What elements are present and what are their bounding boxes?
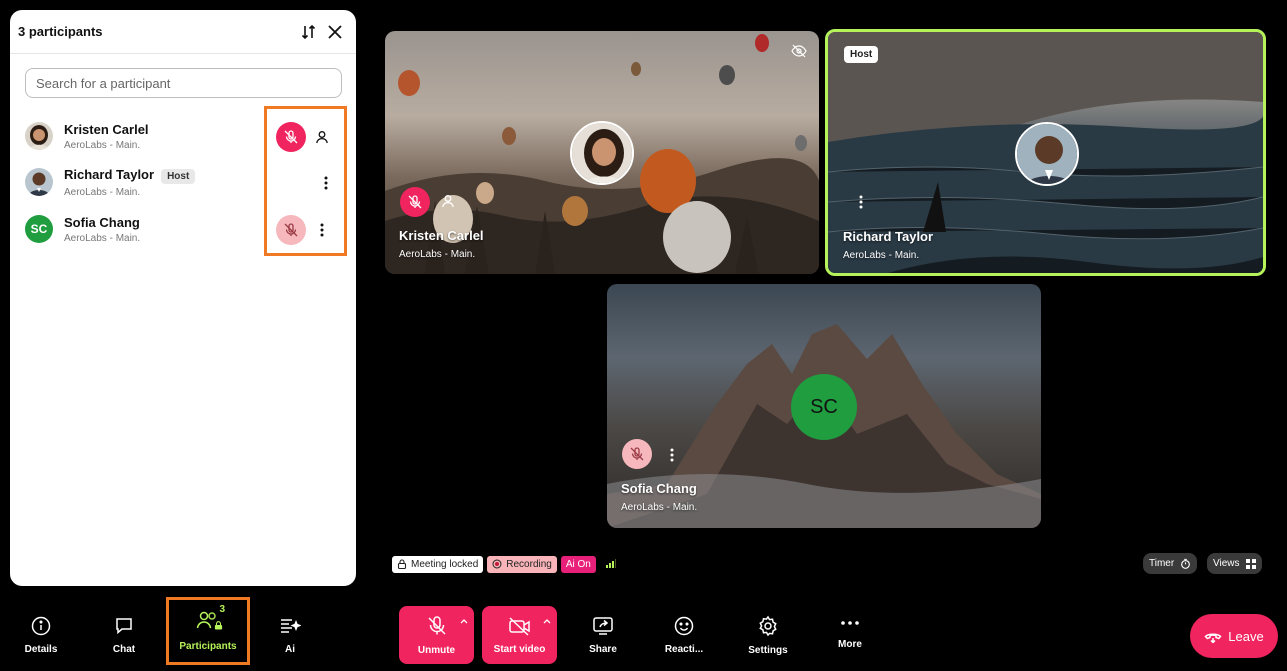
participant-org: AeroLabs - Main. — [64, 186, 141, 198]
views-button[interactable]: Views — [1207, 553, 1262, 574]
host-badge: Host — [844, 46, 879, 63]
host-badge: Host — [161, 168, 196, 184]
more-options-icon[interactable] — [859, 195, 863, 214]
participant-row[interactable]: Richard Taylor Host AeroLabs - Main. — [25, 162, 345, 202]
participant-name: Sofia Chang — [64, 214, 140, 230]
leave-button[interactable]: Leave — [1190, 614, 1278, 658]
mic-muted-icon[interactable] — [622, 439, 652, 469]
video-tile[interactable]: SC Sofia Chang AeroLabs - Main. — [607, 284, 1041, 528]
hang-up-icon — [1204, 633, 1222, 643]
ai-sparkle-icon — [281, 618, 301, 633]
tile-name: Sofia Chang — [621, 481, 697, 496]
chat-button[interactable]: Chat — [95, 606, 153, 664]
mic-muted-icon[interactable] — [276, 122, 306, 152]
share-button[interactable]: Share — [574, 606, 632, 664]
unmute-button[interactable]: Unmute — [399, 606, 474, 664]
recording-chip: Recording — [487, 555, 557, 573]
smiley-icon — [674, 616, 694, 635]
video-off-icon — [508, 616, 530, 636]
participant-org: AeroLabs - Main. — [64, 139, 141, 151]
participant-name: Kristen Carlel — [64, 121, 149, 137]
close-icon[interactable] — [322, 19, 348, 45]
hide-video-icon[interactable] — [791, 43, 807, 64]
mic-muted-icon[interactable] — [400, 187, 430, 217]
ai-button[interactable]: Ai — [261, 606, 319, 664]
avatar — [25, 122, 53, 150]
video-tile[interactable]: Host Richard Taylor AeroLabs - Main. — [825, 29, 1266, 276]
person-icon[interactable] — [441, 194, 455, 213]
tile-org: AeroLabs - Main. — [399, 249, 476, 260]
person-icon[interactable] — [310, 125, 334, 149]
mic-off-icon — [427, 615, 446, 635]
participants-icon: 3 — [196, 604, 225, 633]
more-options-icon[interactable] — [670, 448, 674, 467]
search-input[interactable] — [25, 68, 342, 98]
grid-icon — [1245, 558, 1256, 569]
tile-name: Richard Taylor — [843, 229, 934, 244]
avatar — [25, 168, 53, 196]
participant-org: AeroLabs - Main. — [64, 232, 141, 244]
details-button[interactable]: Details — [12, 606, 70, 664]
lock-icon — [214, 621, 223, 630]
more-options-icon[interactable] — [314, 171, 338, 195]
avatar: SC — [25, 215, 53, 243]
participants-button[interactable]: 3 Participants — [166, 597, 250, 665]
stopwatch-icon — [1181, 558, 1191, 569]
participant-controls — [310, 171, 338, 195]
avatar — [570, 121, 634, 185]
chat-icon — [116, 617, 132, 634]
reactions-button[interactable]: Reacti... — [655, 606, 713, 664]
meeting-locked-chip: Meeting locked — [392, 555, 484, 573]
participants-count: 3 — [219, 604, 225, 615]
gear-icon — [759, 615, 777, 636]
status-row: Meeting locked Recording Ai On — [392, 555, 616, 573]
chevron-up-icon[interactable] — [543, 616, 551, 627]
avatar: SC — [791, 374, 857, 440]
tile-org: AeroLabs - Main. — [843, 250, 920, 261]
meeting-app: 3 participants Kristen Carlel AeroLabs -… — [0, 0, 1287, 671]
more-options-icon[interactable] — [310, 218, 334, 242]
tile-org: AeroLabs - Main. — [621, 502, 698, 513]
lock-icon — [397, 559, 407, 569]
info-icon — [31, 616, 51, 635]
participant-name: Richard Taylor Host — [64, 167, 196, 184]
share-screen-icon — [593, 616, 613, 635]
ai-on-chip: Ai On — [560, 555, 596, 573]
participant-controls — [276, 122, 334, 152]
more-button[interactable]: More — [821, 606, 879, 664]
panel-header: 3 participants — [10, 10, 356, 54]
video-tile[interactable]: Kristen Carlel AeroLabs - Main. — [385, 31, 819, 274]
mic-muted-icon[interactable] — [276, 215, 306, 245]
more-horizontal-icon — [841, 621, 859, 625]
chevron-up-icon[interactable] — [460, 616, 468, 627]
panel-title: 3 participants — [18, 24, 103, 39]
settings-button[interactable]: Settings — [739, 606, 797, 664]
timer-button[interactable]: Timer — [1143, 553, 1198, 574]
start-video-button[interactable]: Start video — [482, 606, 557, 664]
participant-controls — [276, 215, 334, 245]
record-icon — [492, 559, 502, 569]
signal-icon — [605, 555, 616, 573]
participants-panel: 3 participants Kristen Carlel AeroLabs -… — [10, 10, 356, 586]
avatar — [1015, 122, 1079, 186]
sort-icon[interactable] — [296, 19, 322, 45]
tile-name: Kristen Carlel — [399, 228, 484, 243]
